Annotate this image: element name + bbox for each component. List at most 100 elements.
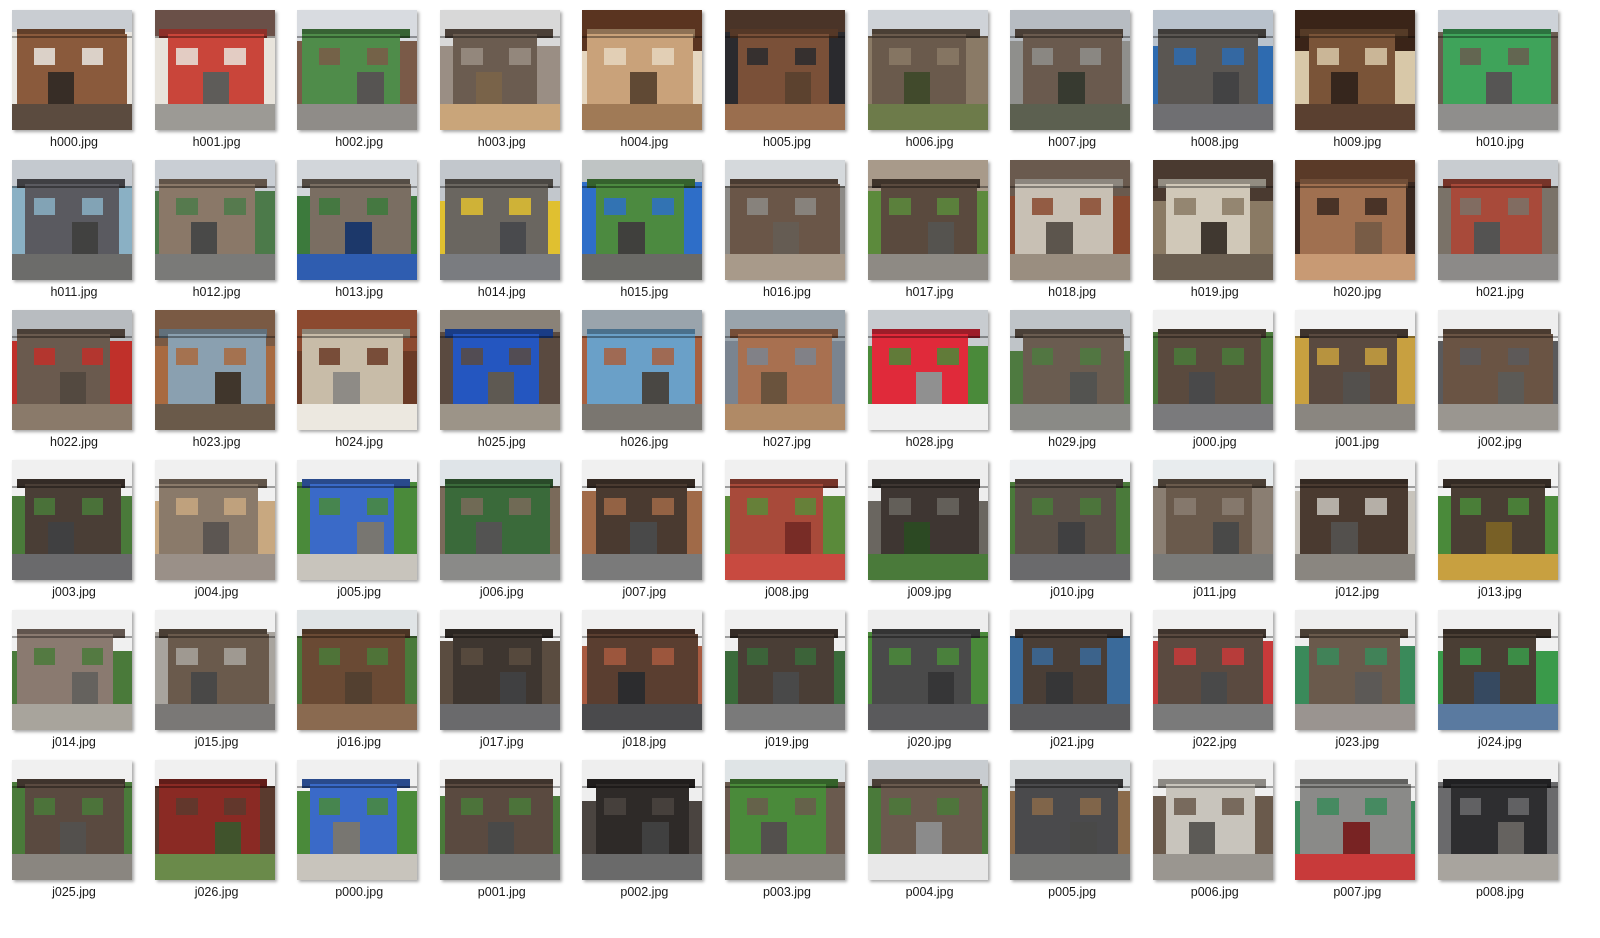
photo-thumbnail[interactable] [154, 460, 275, 580]
file-item[interactable]: h001.jpg [154, 10, 279, 160]
file-item[interactable]: j020.jpg [867, 610, 992, 760]
photo-thumbnail[interactable] [724, 160, 845, 280]
photo-thumbnail[interactable] [1437, 460, 1558, 580]
photo-thumbnail[interactable] [1437, 760, 1558, 880]
photo-thumbnail[interactable] [1152, 160, 1273, 280]
file-item[interactable]: j004.jpg [154, 460, 279, 610]
file-item[interactable]: h015.jpg [582, 160, 706, 310]
file-item[interactable]: h012.jpg [154, 160, 279, 310]
photo-thumbnail[interactable] [12, 310, 132, 430]
file-item[interactable]: p004.jpg [867, 760, 992, 910]
photo-thumbnail[interactable] [12, 460, 132, 580]
file-item[interactable]: h029.jpg [1010, 310, 1134, 460]
file-item[interactable]: j011.jpg [1152, 460, 1277, 610]
file-item[interactable]: h025.jpg [439, 310, 564, 460]
photo-thumbnail[interactable] [1437, 160, 1558, 280]
file-item[interactable]: p005.jpg [1010, 760, 1134, 910]
photo-thumbnail[interactable] [297, 760, 418, 880]
photo-thumbnail[interactable] [297, 310, 418, 430]
photo-thumbnail[interactable] [724, 310, 845, 430]
photo-thumbnail[interactable] [867, 160, 988, 280]
photo-thumbnail[interactable] [582, 610, 703, 730]
file-item[interactable]: j018.jpg [582, 610, 706, 760]
file-item[interactable]: j012.jpg [1295, 460, 1419, 610]
photo-thumbnail[interactable] [1437, 10, 1558, 130]
photo-thumbnail[interactable] [439, 310, 560, 430]
file-item[interactable]: h008.jpg [1152, 10, 1277, 160]
file-item[interactable]: h011.jpg [12, 160, 136, 310]
file-item[interactable]: h009.jpg [1295, 10, 1419, 160]
photo-thumbnail[interactable] [1152, 610, 1273, 730]
file-item[interactable]: j015.jpg [154, 610, 279, 760]
file-item[interactable]: p003.jpg [724, 760, 849, 910]
file-item[interactable]: h013.jpg [297, 160, 421, 310]
photo-thumbnail[interactable] [297, 460, 418, 580]
photo-thumbnail[interactable] [154, 10, 275, 130]
photo-thumbnail[interactable] [154, 760, 275, 880]
file-item[interactable]: j019.jpg [724, 610, 849, 760]
file-item[interactable]: j000.jpg [1152, 310, 1277, 460]
photo-thumbnail[interactable] [1295, 610, 1416, 730]
photo-thumbnail[interactable] [1152, 310, 1273, 430]
photo-thumbnail[interactable] [12, 610, 132, 730]
photo-thumbnail[interactable] [154, 160, 275, 280]
file-item[interactable]: j002.jpg [1437, 310, 1562, 460]
photo-thumbnail[interactable] [1437, 310, 1558, 430]
photo-thumbnail[interactable] [724, 610, 845, 730]
file-item[interactable]: j021.jpg [1010, 610, 1134, 760]
file-item[interactable]: j026.jpg [154, 760, 279, 910]
file-item[interactable]: h016.jpg [724, 160, 849, 310]
file-item[interactable]: j022.jpg [1152, 610, 1277, 760]
file-item[interactable]: h006.jpg [867, 10, 992, 160]
file-item[interactable]: h005.jpg [724, 10, 849, 160]
photo-thumbnail[interactable] [1010, 460, 1131, 580]
photo-thumbnail[interactable] [1295, 160, 1416, 280]
photo-thumbnail[interactable] [724, 460, 845, 580]
photo-thumbnail[interactable] [439, 760, 560, 880]
photo-thumbnail[interactable] [439, 10, 560, 130]
photo-thumbnail[interactable] [297, 610, 418, 730]
photo-thumbnail[interactable] [297, 160, 418, 280]
photo-thumbnail[interactable] [1010, 310, 1131, 430]
file-item[interactable]: h002.jpg [297, 10, 421, 160]
photo-thumbnail[interactable] [1152, 460, 1273, 580]
photo-thumbnail[interactable] [582, 160, 703, 280]
photo-thumbnail[interactable] [867, 760, 988, 880]
file-item[interactable]: j016.jpg [297, 610, 421, 760]
file-item[interactable]: j009.jpg [867, 460, 992, 610]
photo-thumbnail[interactable] [154, 310, 275, 430]
photo-thumbnail[interactable] [439, 160, 560, 280]
file-item[interactable]: p002.jpg [582, 760, 706, 910]
photo-thumbnail[interactable] [582, 460, 703, 580]
photo-thumbnail[interactable] [582, 10, 703, 130]
photo-thumbnail[interactable] [1437, 610, 1558, 730]
file-item[interactable]: j017.jpg [439, 610, 564, 760]
photo-thumbnail[interactable] [867, 310, 988, 430]
file-item[interactable]: h023.jpg [154, 310, 279, 460]
photo-thumbnail[interactable] [439, 610, 560, 730]
file-item[interactable]: h024.jpg [297, 310, 421, 460]
file-item[interactable]: j001.jpg [1295, 310, 1419, 460]
file-item[interactable]: j007.jpg [582, 460, 706, 610]
photo-thumbnail[interactable] [1152, 760, 1273, 880]
file-item[interactable]: h004.jpg [582, 10, 706, 160]
file-item[interactable]: h018.jpg [1010, 160, 1134, 310]
file-item[interactable]: j005.jpg [297, 460, 421, 610]
photo-thumbnail[interactable] [1295, 310, 1416, 430]
photo-thumbnail[interactable] [867, 610, 988, 730]
file-item[interactable]: h003.jpg [439, 10, 564, 160]
file-item[interactable]: j025.jpg [12, 760, 136, 910]
file-item[interactable]: p008.jpg [1437, 760, 1562, 910]
file-item[interactable]: h020.jpg [1295, 160, 1419, 310]
file-item[interactable]: j023.jpg [1295, 610, 1419, 760]
photo-thumbnail[interactable] [582, 310, 703, 430]
photo-thumbnail[interactable] [1010, 160, 1131, 280]
photo-thumbnail[interactable] [867, 10, 988, 130]
photo-thumbnail[interactable] [439, 460, 560, 580]
file-item[interactable]: j006.jpg [439, 460, 564, 610]
file-item[interactable]: h026.jpg [582, 310, 706, 460]
file-item[interactable]: j008.jpg [724, 460, 849, 610]
photo-thumbnail[interactable] [582, 760, 703, 880]
photo-thumbnail[interactable] [12, 760, 132, 880]
photo-thumbnail[interactable] [724, 10, 845, 130]
